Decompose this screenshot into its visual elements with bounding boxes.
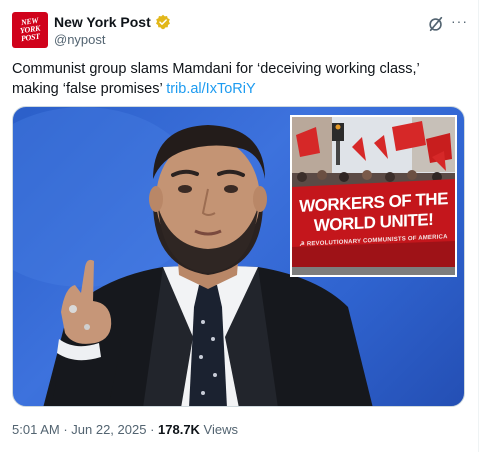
author-name-row: New York Post xyxy=(54,14,171,30)
tweet-card[interactable]: NEW YORK POST New York Post @nypost ··· … xyxy=(0,0,479,452)
tweet-meta: 5:01 AM · Jun 22, 2025 · 178.7K Views xyxy=(12,422,238,437)
inset-protest-photo: WORKERS OF THE WORLD UNITE! ☭ REVOLUTION… xyxy=(290,115,457,277)
tweet-text: Communist group slams Mamdani for ‘decei… xyxy=(12,59,467,99)
tweet-media-image[interactable]: WORKERS OF THE WORLD UNITE! ☭ REVOLUTION… xyxy=(12,106,465,407)
meta-separator: · xyxy=(59,422,72,437)
meta-separator-2: · xyxy=(146,422,159,437)
tweet-link[interactable]: trib.al/IxToRiY xyxy=(166,81,255,97)
more-icon[interactable]: ··· xyxy=(451,13,468,29)
display-name[interactable]: New York Post xyxy=(54,14,151,30)
post-time[interactable]: 5:01 AM xyxy=(12,422,60,437)
handle[interactable]: @nypost xyxy=(54,32,106,47)
post-date[interactable]: Jun 22, 2025 xyxy=(71,422,146,437)
views-label: Views xyxy=(199,422,238,437)
verified-badge-icon[interactable] xyxy=(155,14,171,30)
avatar[interactable]: NEW YORK POST xyxy=(12,12,48,48)
avatar-text-line-3: POST xyxy=(19,31,40,44)
views-count: 178.7K xyxy=(158,422,200,437)
grok-icon[interactable] xyxy=(427,15,445,33)
